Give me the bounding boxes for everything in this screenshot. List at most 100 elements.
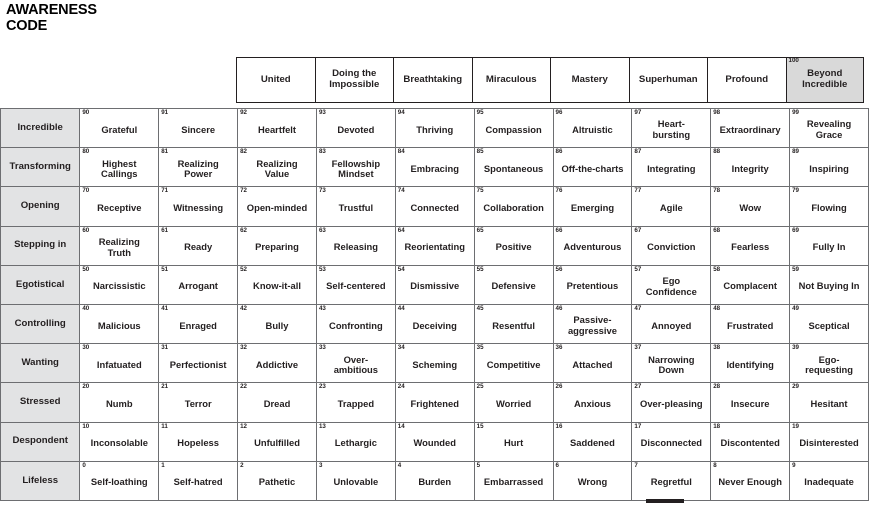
row-label-6[interactable]: Controlling bbox=[0, 303, 81, 345]
grid-cell-62[interactable]: 62 Preparing bbox=[237, 225, 317, 266]
column-header-7[interactable]: Profound bbox=[707, 57, 786, 103]
grid-cell-68[interactable]: 68 Fearless bbox=[710, 225, 791, 266]
grid-cell-43[interactable]: 43 Confronting bbox=[315, 303, 396, 345]
grid-cell-34[interactable]: 34 Scheming bbox=[394, 343, 475, 384]
grid-cell-22[interactable]: 22 Dread bbox=[237, 382, 317, 423]
grid-cell-19[interactable]: 19 Disinterested bbox=[789, 421, 869, 462]
row-label-5[interactable]: Egotistical bbox=[0, 264, 81, 305]
column-header-4[interactable]: Miraculous bbox=[471, 57, 550, 103]
grid-cell-7[interactable]: 7 Regretful bbox=[631, 460, 712, 501]
column-header-5[interactable]: Mastery bbox=[550, 57, 629, 103]
grid-cell-15[interactable]: 15 Hurt bbox=[473, 421, 554, 462]
grid-cell-81[interactable]: 81 Realizing Power bbox=[158, 147, 239, 188]
grid-cell-3[interactable]: 3 Unlovable bbox=[315, 460, 396, 501]
grid-cell-78[interactable]: 78 Wow bbox=[710, 186, 791, 227]
grid-cell-52[interactable]: 52 Know-it-all bbox=[237, 264, 317, 305]
grid-cell-98[interactable]: 98 Extraordinary bbox=[710, 107, 791, 149]
grid-cell-41[interactable]: 41 Enraged bbox=[158, 303, 239, 345]
grid-cell-71[interactable]: 71 Witnessing bbox=[158, 186, 239, 227]
grid-cell-1[interactable]: 1 Self-hatred bbox=[158, 460, 239, 501]
grid-cell-11[interactable]: 11 Hopeless bbox=[158, 421, 239, 462]
grid-cell-37[interactable]: 37 Narrowing Down bbox=[631, 343, 712, 384]
grid-cell-20[interactable]: 20 Numb bbox=[79, 382, 160, 423]
grid-cell-2[interactable]: 2 Pathetic bbox=[237, 460, 317, 501]
grid-cell-77[interactable]: 77 Agile bbox=[631, 186, 712, 227]
grid-cell-30[interactable]: 30 Infatuated bbox=[79, 343, 160, 384]
grid-cell-67[interactable]: 67 Conviction bbox=[631, 225, 712, 266]
grid-cell-38[interactable]: 38 Identifying bbox=[710, 343, 791, 384]
grid-cell-27[interactable]: 27 Over-pleasing bbox=[631, 382, 712, 423]
grid-cell-60[interactable]: 60 Realizing Truth bbox=[79, 225, 160, 266]
column-header-2[interactable]: Doing the Impossible bbox=[314, 57, 393, 103]
grid-cell-79[interactable]: 79 Flowing bbox=[789, 186, 869, 227]
grid-cell-39[interactable]: 39 Ego- requesting bbox=[789, 343, 869, 384]
grid-cell-82[interactable]: 82 Realizing Value bbox=[237, 147, 317, 188]
grid-cell-73[interactable]: 73 Trustful bbox=[315, 186, 396, 227]
grid-cell-99[interactable]: 99 Revealing Grace bbox=[789, 107, 869, 149]
grid-cell-23[interactable]: 23 Trapped bbox=[315, 382, 396, 423]
grid-cell-12[interactable]: 12 Unfulfilled bbox=[237, 421, 317, 462]
row-label-2[interactable]: Transforming bbox=[0, 147, 81, 188]
grid-cell-55[interactable]: 55 Defensive bbox=[473, 264, 554, 305]
grid-cell-69[interactable]: 69 Fully In bbox=[789, 225, 869, 266]
grid-cell-14[interactable]: 14 Wounded bbox=[394, 421, 475, 462]
grid-cell-16[interactable]: 16 Saddened bbox=[552, 421, 633, 462]
grid-cell-35[interactable]: 35 Competitive bbox=[473, 343, 554, 384]
grid-cell-53[interactable]: 53 Self-centered bbox=[315, 264, 396, 305]
row-label-7[interactable]: Wanting bbox=[0, 343, 81, 384]
grid-cell-40[interactable]: 40 Malicious bbox=[79, 303, 160, 345]
row-label-8[interactable]: Stressed bbox=[0, 382, 81, 423]
grid-cell-86[interactable]: 86 Off-the-charts bbox=[552, 147, 633, 188]
grid-cell-28[interactable]: 28 Insecure bbox=[710, 382, 791, 423]
grid-cell-36[interactable]: 36 Attached bbox=[552, 343, 633, 384]
grid-cell-21[interactable]: 21 Terror bbox=[158, 382, 239, 423]
column-header-1[interactable]: United bbox=[236, 57, 315, 103]
grid-cell-74[interactable]: 74 Connected bbox=[394, 186, 475, 227]
grid-cell-42[interactable]: 42 Bully bbox=[237, 303, 317, 345]
grid-cell-94[interactable]: 94 Thriving bbox=[394, 107, 475, 149]
grid-cell-90[interactable]: 90 Grateful bbox=[79, 107, 160, 149]
grid-cell-13[interactable]: 13 Lethargic bbox=[315, 421, 396, 462]
grid-cell-29[interactable]: 29 Hesitant bbox=[789, 382, 869, 423]
row-label-3[interactable]: Opening bbox=[0, 186, 81, 227]
grid-cell-46[interactable]: 46 Passive- aggressive bbox=[552, 303, 633, 345]
grid-cell-85[interactable]: 85 Spontaneous bbox=[473, 147, 554, 188]
row-label-10[interactable]: Lifeless bbox=[0, 460, 81, 501]
grid-cell-50[interactable]: 50 Narcissistic bbox=[79, 264, 160, 305]
grid-cell-8[interactable]: 8 Never Enough bbox=[710, 460, 791, 501]
grid-cell-83[interactable]: 83 Fellowship Mindset bbox=[315, 147, 396, 188]
grid-cell-48[interactable]: 48 Frustrated bbox=[710, 303, 791, 345]
grid-cell-88[interactable]: 88 Integrity bbox=[710, 147, 791, 188]
grid-cell-31[interactable]: 31 Perfectionist bbox=[158, 343, 239, 384]
grid-cell-92[interactable]: 92 Heartfelt bbox=[237, 107, 317, 149]
grid-cell-54[interactable]: 54 Dismissive bbox=[394, 264, 475, 305]
grid-cell-56[interactable]: 56 Pretentious bbox=[552, 264, 633, 305]
grid-cell-6[interactable]: 6 Wrong bbox=[552, 460, 633, 501]
grid-cell-51[interactable]: 51 Arrogant bbox=[158, 264, 239, 305]
grid-cell-65[interactable]: 65 Positive bbox=[473, 225, 554, 266]
column-header-8[interactable]: 100 Beyond Incredible bbox=[785, 57, 864, 103]
grid-cell-33[interactable]: 33 Over- ambitious bbox=[315, 343, 396, 384]
grid-cell-10[interactable]: 10 Inconsolable bbox=[79, 421, 160, 462]
grid-cell-93[interactable]: 93 Devoted bbox=[315, 107, 396, 149]
row-label-4[interactable]: Stepping in bbox=[0, 225, 81, 266]
grid-cell-76[interactable]: 76 Emerging bbox=[552, 186, 633, 227]
grid-cell-70[interactable]: 70 Receptive bbox=[79, 186, 160, 227]
grid-cell-61[interactable]: 61 Ready bbox=[158, 225, 239, 266]
grid-cell-87[interactable]: 87 Integrating bbox=[631, 147, 712, 188]
grid-cell-72[interactable]: 72 Open-minded bbox=[237, 186, 317, 227]
grid-cell-44[interactable]: 44 Deceiving bbox=[394, 303, 475, 345]
grid-cell-91[interactable]: 91 Sincere bbox=[158, 107, 239, 149]
grid-cell-63[interactable]: 63 Releasing bbox=[315, 225, 396, 266]
column-header-3[interactable]: Breathtaking bbox=[393, 57, 472, 103]
grid-cell-4[interactable]: 4 Burden bbox=[394, 460, 475, 501]
column-header-6[interactable]: Superhuman bbox=[628, 57, 707, 103]
grid-cell-66[interactable]: 66 Adventurous bbox=[552, 225, 633, 266]
grid-cell-96[interactable]: 96 Altruistic bbox=[552, 107, 633, 149]
grid-cell-17[interactable]: 17 Disconnected bbox=[631, 421, 712, 462]
grid-cell-24[interactable]: 24 Frightened bbox=[394, 382, 475, 423]
grid-cell-5[interactable]: 5 Embarrassed bbox=[473, 460, 554, 501]
grid-cell-84[interactable]: 84 Embracing bbox=[394, 147, 475, 188]
grid-cell-0[interactable]: 0 Self-loathing bbox=[79, 460, 160, 501]
grid-cell-9[interactable]: 9 Inadequate bbox=[789, 460, 869, 501]
